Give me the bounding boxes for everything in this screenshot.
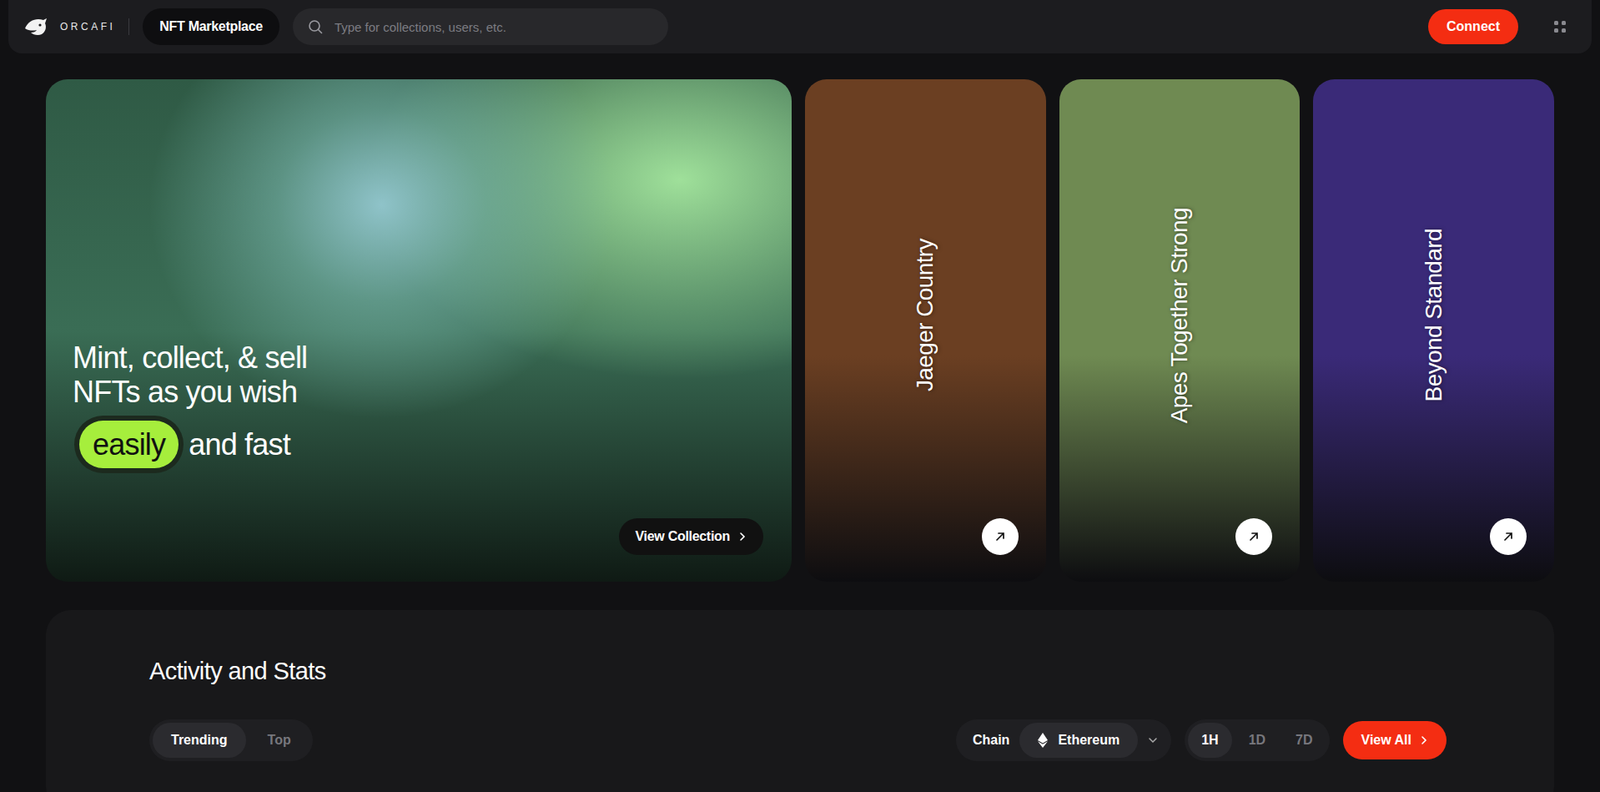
chevron-right-icon <box>1419 734 1429 745</box>
headline-line: NFTs as you wish <box>72 374 764 409</box>
period-group: 1H1D7D <box>1184 719 1329 761</box>
divider <box>128 18 130 36</box>
chain-selector: Chain Ethereum <box>955 719 1172 761</box>
period-tab[interactable]: 7D <box>1282 722 1326 758</box>
collection-title: Apes Together Strong <box>1166 207 1193 423</box>
search-field[interactable] <box>292 8 669 46</box>
ethereum-icon <box>1037 732 1048 748</box>
highlight-badge: easily <box>79 420 179 468</box>
hero-card: Mint, collect, & sellNFTs as you wish eas… <box>45 79 792 582</box>
collection-card[interactable]: Apes Together Strong <box>1059 79 1301 582</box>
chevron-right-icon <box>738 531 747 542</box>
connect-button[interactable]: Connect <box>1428 9 1519 45</box>
search-icon <box>307 19 323 35</box>
open-collection-button[interactable] <box>1489 518 1527 555</box>
stats-controls: TrendingTop Chain Ethereum 1H1D7D View All <box>149 719 1447 761</box>
arrow-up-right-icon <box>1247 530 1260 543</box>
arrow-up-right-icon <box>1502 530 1515 543</box>
tab-group: TrendingTop <box>149 719 313 761</box>
collection-title: Jaeger Country <box>911 238 939 392</box>
collection-card[interactable]: Jaeger Country <box>805 79 1047 582</box>
stats-panel: Activity and Stats TrendingTop Chain Ethere… <box>45 609 1555 792</box>
hero: Mint, collect, & sellNFTs as you wish eas… <box>0 53 1600 582</box>
stats-tab[interactable]: Top <box>249 722 310 758</box>
view-all-button[interactable]: View All <box>1343 720 1447 760</box>
menu-button[interactable] <box>1546 13 1574 41</box>
grid-icon <box>1553 20 1567 34</box>
open-collection-button[interactable] <box>1235 518 1273 555</box>
nav-marketplace[interactable]: NFT Marketplace <box>142 8 280 46</box>
headline-line: Mint, collect, & sell <box>72 340 764 375</box>
orca-icon <box>23 16 49 37</box>
page: ORCAFI NFT Marketplace Connect Mint, collec… <box>0 0 1600 792</box>
chevron-down-icon[interactable] <box>1147 736 1158 744</box>
chain-dropdown[interactable]: Ethereum <box>1019 722 1138 758</box>
open-collection-button[interactable] <box>981 518 1019 555</box>
brand-logo[interactable]: ORCAFI <box>23 16 116 37</box>
chain-label: Chain <box>972 732 1010 748</box>
search-input[interactable] <box>332 19 654 36</box>
view-collection-button[interactable]: View Collection <box>618 518 764 555</box>
collection-title: Beyond Standard <box>1420 228 1448 402</box>
hero-headline: Mint, collect, & sellNFTs as you wish eas… <box>72 340 764 468</box>
headline-line: easilyand fast <box>72 420 764 468</box>
stats-tab[interactable]: Trending <box>152 722 247 758</box>
brand-name: ORCAFI <box>60 20 116 33</box>
stats-title: Activity and Stats <box>149 656 1447 685</box>
arrow-up-right-icon <box>994 530 1007 543</box>
top-bar: ORCAFI NFT Marketplace Connect <box>8 0 1592 54</box>
period-tab[interactable]: 1H <box>1187 722 1232 758</box>
collection-card[interactable]: Beyond Standard <box>1313 79 1555 582</box>
period-tab[interactable]: 1D <box>1235 722 1279 758</box>
